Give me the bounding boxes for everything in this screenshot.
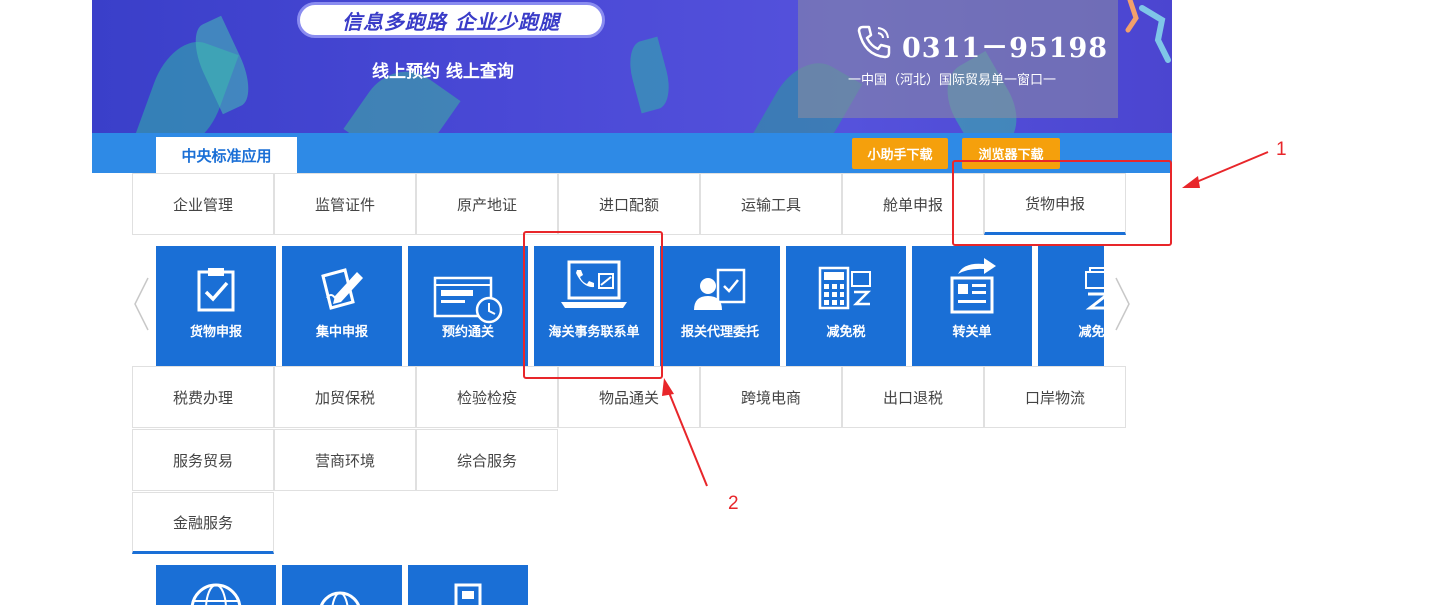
annotation-label-2: 2 bbox=[728, 493, 739, 514]
annotation-arrows bbox=[662, 151, 1269, 487]
annotation-label-1: 1 bbox=[1276, 139, 1287, 160]
